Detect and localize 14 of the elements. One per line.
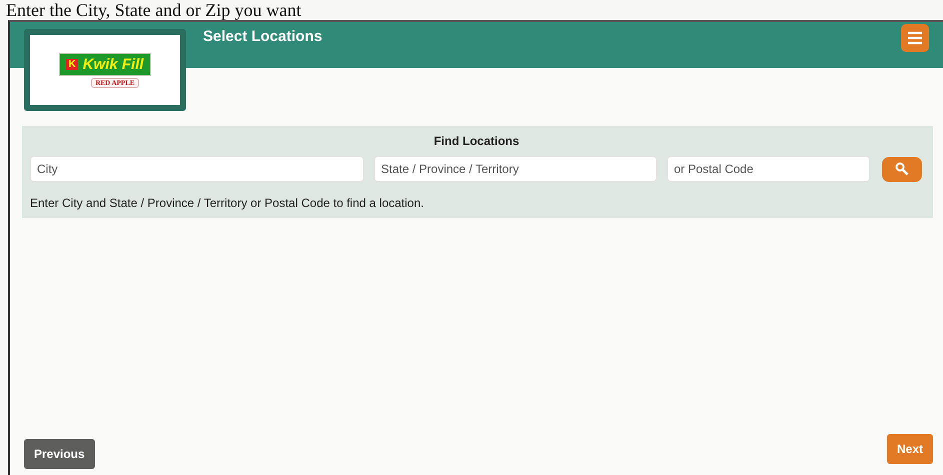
search-icon [895, 162, 909, 176]
logo-mark: K [66, 58, 78, 70]
page-title: Select Locations [203, 28, 322, 45]
input-field[interactable]: or Postal Code [667, 156, 870, 182]
input-field[interactable]: State / Province / Territory [374, 156, 657, 182]
menu-button[interactable] [901, 24, 929, 52]
page-caption: Enter the City, State and or Zip you want [5, 0, 302, 20]
hint-text: Enter City and State / Province / Territory or Postal Code to find a location. [30, 196, 425, 210]
menu-icon [907, 31, 923, 45]
input-field[interactable]: City [30, 156, 364, 182]
logo-text: Kwik Fill [82, 56, 144, 72]
panel-title: Find Locations [432, 134, 520, 148]
previous-button[interactable]: Previous [24, 439, 95, 469]
search-button[interactable] [882, 156, 922, 182]
